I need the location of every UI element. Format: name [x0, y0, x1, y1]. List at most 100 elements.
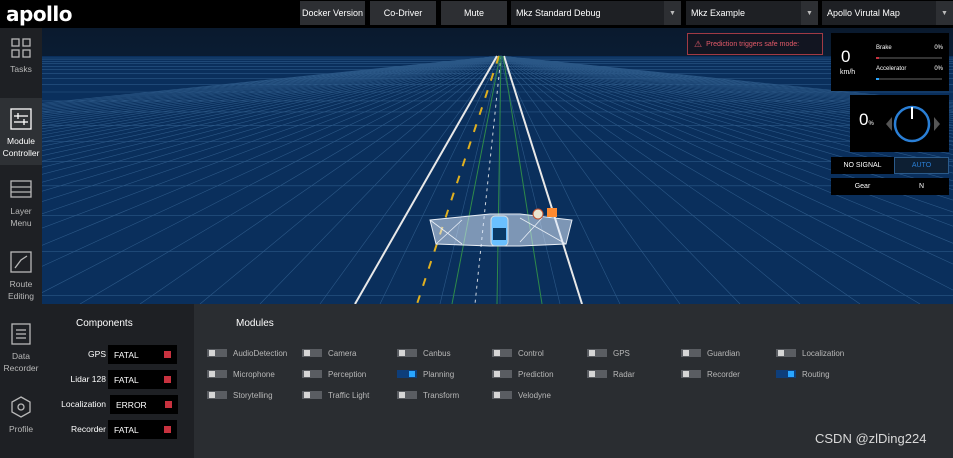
sidebar-item-label: Profile	[8, 424, 34, 434]
component-status: ERROR	[110, 395, 178, 414]
chevron-down-icon: ▼	[936, 1, 953, 25]
chevron-down-icon: ▼	[801, 1, 818, 25]
scene-canvas	[42, 28, 953, 304]
signal-row: NO SIGNAL AUTO	[831, 157, 949, 174]
module-localization[interactable]: Localization	[776, 346, 844, 360]
top-bar: apollo Docker Version Co-Driver Mute Mkz…	[0, 0, 953, 28]
mode-select-value: Mkz Standard Debug	[516, 8, 601, 18]
component-status: FATAL	[108, 420, 177, 439]
toggle-switch[interactable]	[397, 391, 417, 399]
mode-select[interactable]: Mkz Standard Debug ▼	[511, 1, 681, 25]
module-audiodetection[interactable]: AudioDetection	[207, 346, 287, 360]
route-icon	[10, 251, 32, 273]
drive-mode: AUTO	[894, 157, 949, 174]
toggle-switch[interactable]	[681, 349, 701, 357]
toggle-switch[interactable]	[397, 349, 417, 357]
layers-icon	[10, 180, 32, 198]
toggle-switch[interactable]	[207, 349, 227, 357]
module-perception[interactable]: Perception	[302, 367, 366, 381]
component-status: FATAL	[108, 345, 177, 364]
toggle-switch[interactable]	[302, 349, 322, 357]
components-title: Components	[76, 318, 133, 329]
gear-row: Gear N	[831, 178, 949, 195]
signal-status: NO SIGNAL	[831, 157, 894, 174]
toggle-switch[interactable]	[302, 370, 322, 378]
module-routing[interactable]: Routing	[776, 367, 830, 381]
component-name: Recorder	[71, 424, 106, 434]
toggle-switch[interactable]	[302, 391, 322, 399]
toggle-switch[interactable]	[587, 370, 607, 378]
vehicle-select[interactable]: Mkz Example ▼	[686, 1, 818, 25]
status-indicator	[164, 426, 171, 433]
sidebar-item-module-controller[interactable]: Module Controller	[0, 98, 42, 165]
mute-button[interactable]: Mute	[441, 1, 507, 25]
sidebar-item-label: Route Editing	[8, 279, 34, 301]
speed-unit: km/h	[840, 69, 856, 76]
component-row-localization: Localization ERROR	[42, 395, 194, 415]
status-indicator	[164, 351, 171, 358]
module-transform[interactable]: Transform	[397, 388, 459, 402]
modules-title: Modules	[236, 318, 274, 329]
component-name: Lidar 128	[70, 374, 106, 384]
apollo-logo: apollo	[6, 2, 73, 26]
toggle-switch[interactable]	[397, 370, 417, 378]
module-storytelling[interactable]: Storytelling	[207, 388, 273, 402]
sidebar-item-profile[interactable]: Profile	[0, 386, 42, 456]
steering-dashboard: 0%	[850, 95, 949, 152]
module-canbus[interactable]: Canbus	[397, 346, 451, 360]
toggle-switch[interactable]	[207, 391, 227, 399]
notification-banner: ⚠ Prediction triggers safe mode:	[687, 33, 823, 55]
toggle-switch[interactable]	[681, 370, 701, 378]
component-row-recorder: Recorder FATAL	[42, 420, 194, 440]
module-guardian[interactable]: Guardian	[681, 346, 740, 360]
hexagon-icon	[11, 396, 31, 418]
gear-value: N	[894, 178, 949, 195]
component-name: Localization	[61, 399, 106, 409]
sidebar: Tasks Module Controller Layer Menu Route…	[0, 28, 42, 458]
toggle-switch[interactable]	[776, 349, 796, 357]
brake-bar	[876, 57, 942, 59]
module-control[interactable]: Control	[492, 346, 544, 360]
sidebar-item-tasks[interactable]: Tasks	[0, 28, 42, 98]
sidebar-item-label: Tasks	[10, 64, 32, 74]
component-row-gps: GPS FATAL	[42, 345, 194, 365]
module-microphone[interactable]: Microphone	[207, 367, 275, 381]
watermark: CSDN @zlDing224	[815, 431, 927, 446]
gear-label: Gear	[831, 178, 894, 195]
chevron-down-icon: ▼	[664, 1, 681, 25]
module-velodyne[interactable]: Velodyne	[492, 388, 551, 402]
toggle-switch[interactable]	[492, 391, 512, 399]
sidebar-item-route-editing[interactable]: Route Editing	[0, 241, 42, 311]
component-row-lidar: Lidar 128 FATAL	[42, 370, 194, 390]
module-planning[interactable]: Planning	[397, 367, 454, 381]
scene-view[interactable]	[42, 28, 953, 304]
toggle-switch[interactable]	[492, 370, 512, 378]
module-gps[interactable]: GPS	[587, 346, 630, 360]
co-driver-button[interactable]: Co-Driver	[370, 1, 436, 25]
toggle-switch[interactable]	[776, 370, 796, 378]
module-prediction[interactable]: Prediction	[492, 367, 554, 381]
warning-icon: ⚠	[694, 38, 703, 49]
speed-value: 0	[841, 47, 851, 66]
brake-label: Brake	[876, 45, 892, 51]
sidebar-item-layer-menu[interactable]: Layer Menu	[0, 168, 42, 238]
brake-percent: 0%	[934, 45, 943, 51]
module-radar[interactable]: Radar	[587, 367, 635, 381]
accelerator-bar	[876, 78, 942, 80]
docker-version-button[interactable]: Docker Version	[300, 1, 365, 25]
sidebar-item-data-recorder[interactable]: Data Recorder	[0, 313, 42, 383]
module-recorder[interactable]: Recorder	[681, 367, 740, 381]
map-select[interactable]: Apollo Virutal Map ▼	[822, 1, 953, 25]
grid-icon	[11, 38, 31, 58]
toggle-switch[interactable]	[207, 370, 227, 378]
toggle-switch[interactable]	[587, 349, 607, 357]
toggle-switch[interactable]	[492, 349, 512, 357]
module-camera[interactable]: Camera	[302, 346, 356, 360]
sliders-icon	[10, 108, 32, 130]
module-traffic-light[interactable]: Traffic Light	[302, 388, 369, 402]
vehicle-select-value: Mkz Example	[691, 8, 746, 18]
status-indicator	[164, 376, 171, 383]
map-select-value: Apollo Virutal Map	[827, 8, 900, 18]
sidebar-item-label: Layer Menu	[10, 206, 32, 228]
accelerator-label: Accelerator	[876, 66, 907, 72]
